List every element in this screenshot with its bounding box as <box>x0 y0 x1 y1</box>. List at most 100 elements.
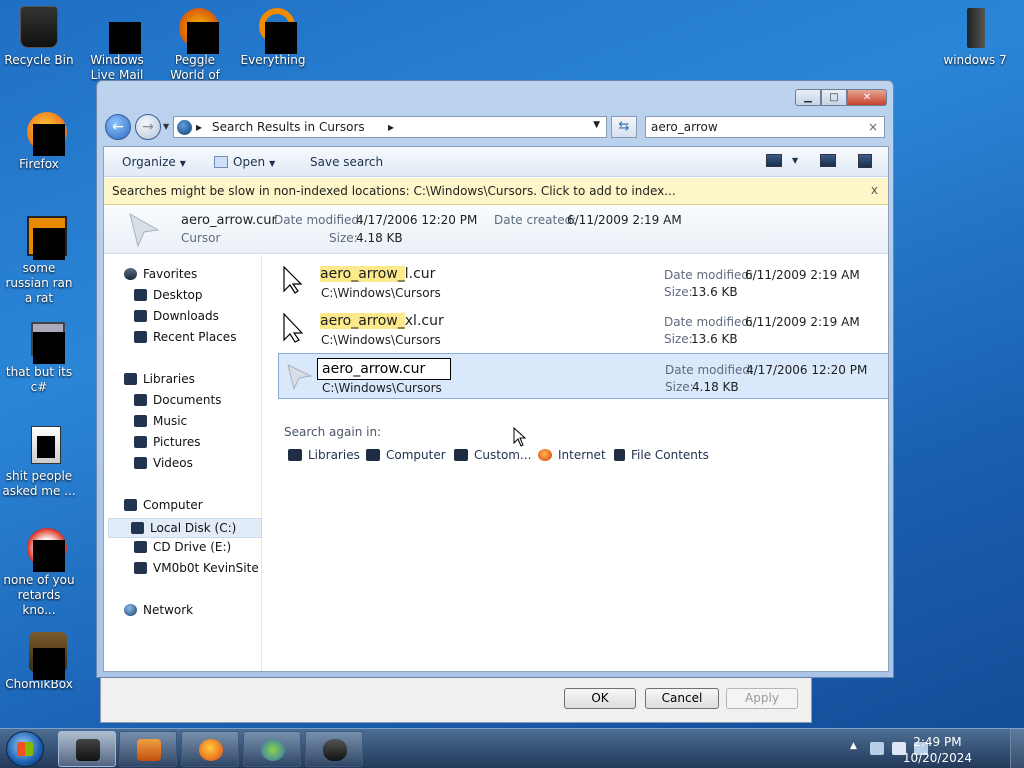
details-created-value: 6/11/2009 2:19 AM <box>567 213 682 227</box>
history-dropdown-icon[interactable]: ▼ <box>163 122 169 131</box>
desktop-icon-recycle-bin[interactable]: Recycle Bin <box>0 6 78 68</box>
search-again-file-contents[interactable]: File Contents <box>614 448 709 462</box>
cancel-button[interactable]: Cancel <box>645 688 719 709</box>
refresh-button[interactable]: ⇆ <box>611 116 637 138</box>
nav-music[interactable]: Music <box>134 414 187 428</box>
search-again-internet[interactable]: Internet <box>538 448 606 462</box>
breadcrumb-arrow-start: ▸ <box>196 120 203 134</box>
nav-downloads[interactable]: Downloads <box>134 309 219 323</box>
documents-icon <box>134 394 147 406</box>
firefox-icon <box>199 739 223 761</box>
computer-icon <box>366 449 380 461</box>
system-tray: ▲ 2:49 PM 10/20/2024 <box>844 729 1024 768</box>
ok-button[interactable]: OK <box>564 688 636 709</box>
search-again-computer[interactable]: Computer <box>366 448 446 462</box>
close-button[interactable]: ✕ <box>847 89 887 106</box>
recent-places-icon <box>134 331 147 343</box>
back-button[interactable]: ← <box>105 114 131 140</box>
breadcrumb-arrow[interactable]: ▸ <box>388 120 394 134</box>
forward-button[interactable]: → <box>135 114 161 140</box>
details-file-type: Cursor <box>181 231 221 245</box>
nav-network[interactable]: Network <box>124 603 193 617</box>
start-button[interactable] <box>6 731 44 767</box>
address-bar[interactable]: ▸ Search Results in Cursors ▸ ▼ <box>173 116 607 138</box>
organize-button[interactable]: Organize ▼ <box>122 155 186 169</box>
taskbar-explorer[interactable] <box>58 731 116 767</box>
nav-cd-drive[interactable]: CD Drive (E:) <box>134 540 231 554</box>
desktop-icon-peggle[interactable]: Peggle World of Warcraft <box>156 6 234 86</box>
navigation-bar: ← → ▼ ▸ Search Results in Cursors ▸ ▼ ⇆ … <box>105 114 887 140</box>
taskbar-mouse-app[interactable] <box>305 731 363 767</box>
result-item[interactable]: aero_arrow_l.cur C:\Windows\Cursors Date… <box>278 259 888 305</box>
search-again-libraries[interactable]: Libraries <box>288 448 360 462</box>
index-warning-bar[interactable]: Searches might be slow in non-indexed lo… <box>104 178 888 205</box>
search-input[interactable]: aero_arrow × <box>645 116 885 138</box>
desktop-icon-chomikbox[interactable]: ChomikBox <box>0 630 78 692</box>
nav-vm-share[interactable]: VM0b0t KevinSite <box>134 561 259 575</box>
search-again-label: Search again in: <box>284 425 382 439</box>
desktop-icon-windows-live-mail[interactable]: Windows Live Mail <box>78 6 156 86</box>
action-center-icon[interactable] <box>870 742 884 755</box>
nav-videos[interactable]: Videos <box>134 456 193 470</box>
mouse-icon <box>323 739 347 761</box>
minimize-button[interactable]: ▁ <box>795 89 821 106</box>
save-search-button[interactable]: Save search <box>310 155 383 169</box>
infobar-close-icon[interactable]: x <box>871 183 878 197</box>
search-results: aero_arrow_l.cur C:\Windows\Cursors Date… <box>264 255 888 671</box>
file-contents-icon <box>614 449 625 461</box>
recycle-bin-icon <box>20 6 58 48</box>
nav-desktop[interactable]: Desktop <box>134 288 203 302</box>
nav-recent-places[interactable]: Recent Places <box>134 330 236 344</box>
mouse-pointer-icon <box>513 427 527 447</box>
libraries-icon <box>124 373 137 385</box>
taskbar-download-manager[interactable] <box>243 731 301 767</box>
search-again-custom[interactable]: Custom... <box>454 448 531 462</box>
cursor-file-icon <box>283 265 303 294</box>
open-icon <box>214 156 228 168</box>
desktop-icon <box>134 289 147 301</box>
view-dropdown-icon[interactable]: ▼ <box>792 156 798 165</box>
download-manager-icon <box>261 739 285 761</box>
desktop-icon-shit-people[interactable]: shit people asked me ... <box>0 422 78 499</box>
result-item[interactable]: aero_arrow_xl.cur C:\Windows\Cursors Dat… <box>278 306 888 352</box>
desktop-icon-firefox[interactable]: Firefox <box>0 110 78 172</box>
show-hidden-icons[interactable]: ▲ <box>850 741 857 751</box>
details-created-label: Date created: <box>494 213 577 227</box>
nav-computer[interactable]: Computer <box>124 498 203 512</box>
caption-buttons: ▁ □ ✕ <box>795 89 887 107</box>
mail-icon <box>109 22 141 54</box>
music-icon <box>134 415 147 427</box>
command-bar: Organize ▼ Open ▼ Save search ▼ <box>104 147 888 177</box>
cursor-file-icon <box>283 312 304 343</box>
pictures-icon <box>134 436 147 448</box>
show-desktop-button[interactable] <box>1010 729 1024 768</box>
desktop-icon-everything[interactable]: Everything <box>234 6 312 68</box>
nav-local-disk[interactable]: Local Disk (C:) <box>108 518 262 538</box>
details-file-name: aero_arrow.cur <box>181 213 277 228</box>
nav-favorites[interactable]: Favorites <box>124 267 197 281</box>
view-options-icon[interactable] <box>766 154 782 167</box>
preview-pane-icon[interactable] <box>820 154 836 167</box>
rename-input[interactable] <box>317 358 451 380</box>
nav-documents[interactable]: Documents <box>134 393 221 407</box>
explorer-content: Organize ▼ Open ▼ Save search ▼ Searches m… <box>103 146 889 672</box>
taskbar-firefox[interactable] <box>181 731 239 767</box>
address-dropdown-icon[interactable]: ▼ <box>593 120 600 130</box>
help-icon[interactable] <box>858 154 872 168</box>
taskbar-media-player[interactable] <box>119 731 177 767</box>
desktop-icon-none-of-you[interactable]: none of you retards kno... <box>0 526 78 618</box>
breadcrumb[interactable]: Search Results in Cursors <box>212 120 365 134</box>
desktop-icon-windows7[interactable]: windows 7 <box>936 6 1014 68</box>
apply-button[interactable]: Apply <box>726 688 798 709</box>
folder-icon <box>454 449 468 461</box>
open-button[interactable]: Open ▼ <box>214 155 275 169</box>
maximize-button[interactable]: □ <box>821 89 847 106</box>
result-item-selected[interactable]: C:\Windows\Cursors Date modified: 4/17/2… <box>278 353 888 399</box>
desktop-icon-russian-rat[interactable]: some russian ran a rat <box>0 214 78 306</box>
desktop-icon-csharp[interactable]: that but its c# <box>0 318 78 395</box>
clear-search-icon[interactable]: × <box>868 120 878 134</box>
clock[interactable]: 2:49 PM 10/20/2024 <box>903 734 972 766</box>
nav-pictures[interactable]: Pictures <box>134 435 201 449</box>
nav-libraries[interactable]: Libraries <box>124 372 195 386</box>
network-drive-icon <box>134 562 147 574</box>
